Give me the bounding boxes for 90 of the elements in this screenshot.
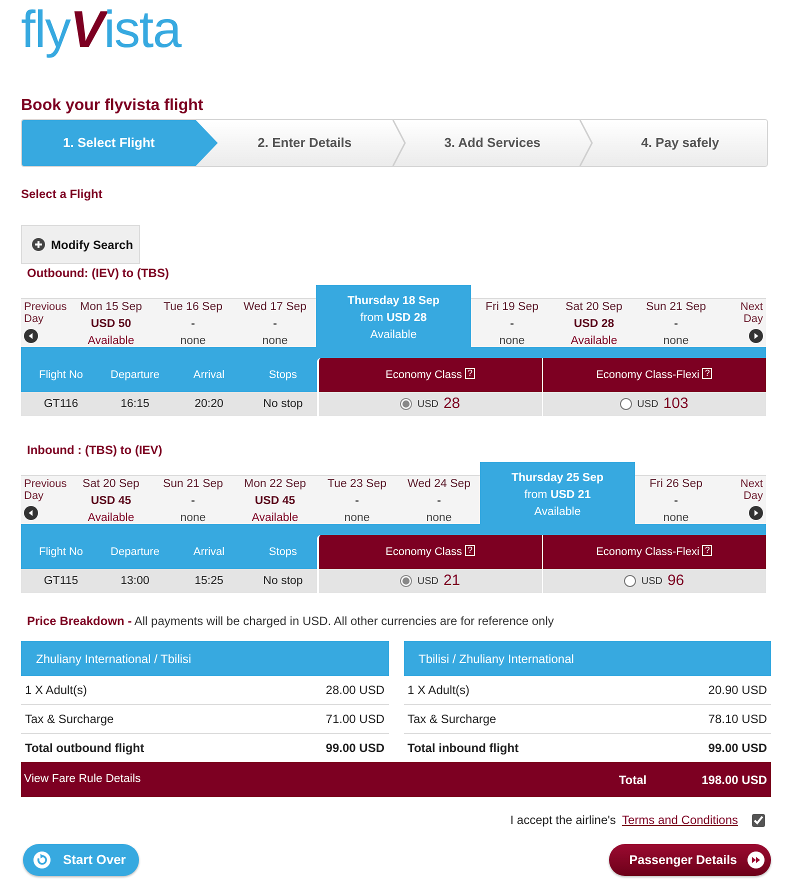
- leg-total-label: Total inbound flight: [408, 740, 519, 757]
- previous-day-button[interactable]: Previous Day: [21, 475, 70, 524]
- fare-price: 96: [667, 570, 684, 591]
- column-header: Stops: [268, 544, 298, 560]
- plus-circle-icon: [32, 238, 45, 251]
- previous-day-button[interactable]: Previous Day: [21, 298, 70, 347]
- route-header: Zhuliany International / Tbilisi: [21, 641, 388, 676]
- fare-radio[interactable]: [620, 398, 632, 410]
- currency-label: USD: [417, 398, 438, 412]
- leg-total-amount: 99.00 USD: [326, 740, 384, 757]
- table-cell-text: No stop: [262, 397, 304, 412]
- currency-label: USD: [641, 574, 662, 588]
- fare-line-amount: 71.00 USD: [326, 711, 384, 728]
- fare-radio[interactable]: [400, 575, 412, 587]
- fare-line-label: Tax & Surcharge: [408, 711, 496, 728]
- fare-class-label: Economy Class-Flexi: [596, 544, 700, 560]
- table-cell-text: GT116: [42, 397, 80, 412]
- table-cell-text: 16:15: [120, 397, 150, 412]
- next-day-button[interactable]: Next Day: [717, 298, 766, 347]
- date-tab[interactable]: Sun 21 Sep - none: [635, 298, 717, 347]
- column-header: Flight No: [38, 544, 84, 560]
- next-day-button[interactable]: Next Day: [717, 475, 766, 524]
- table-cell-text: 13:00: [120, 574, 150, 589]
- date-tab[interactable]: Sat 20 Sep USD 45 Available: [70, 475, 152, 524]
- fare-line-amount: 20.90 USD: [708, 682, 767, 699]
- fast-forward-circle-icon: [747, 851, 765, 869]
- table-cell-text: 15:25: [194, 574, 224, 589]
- step-label: 3. Add Services: [443, 134, 542, 152]
- table-cell-text: 20:20: [194, 397, 224, 412]
- column-header: Arrival: [192, 544, 226, 560]
- fare-radio[interactable]: [400, 398, 412, 410]
- terms-checkbox[interactable]: [752, 814, 765, 826]
- table-cell-text: GT115: [42, 574, 80, 589]
- fare-class-label: Economy Class: [386, 368, 462, 383]
- grand-total-amount: 198.00 USD: [702, 772, 767, 788]
- help-icon[interactable]: ?: [464, 545, 475, 556]
- arrow-right-circle-icon: [749, 506, 763, 520]
- help-icon[interactable]: ?: [464, 368, 475, 379]
- modify-search-button[interactable]: Modify Search: [21, 225, 140, 264]
- route-header: Tbilisi / Zhuliany International: [404, 641, 771, 676]
- fare-class-label: Economy Class-Flexi: [596, 368, 700, 383]
- fare-price: 103: [663, 394, 688, 414]
- fare-line-label: Tax & Surcharge: [25, 711, 114, 728]
- arrow-right-circle-icon: [749, 329, 763, 343]
- column-header: Flight No: [38, 368, 84, 383]
- column-header: Departure: [110, 544, 160, 560]
- date-tab[interactable]: Mon 15 Sep USD 50 Available: [70, 298, 152, 347]
- step-label: 4. Pay safely: [640, 134, 720, 152]
- fare-price: 21: [443, 570, 460, 591]
- currency-label: USD: [637, 398, 658, 412]
- date-tab[interactable]: Tue 23 Sep - none: [316, 475, 398, 524]
- table-cell-text: No stop: [262, 574, 304, 589]
- fare-line-label: 1 X Adult(s): [25, 682, 88, 699]
- step-label: 2. Enter Details: [256, 134, 353, 152]
- date-tab[interactable]: Tue 16 Sep - none: [152, 298, 234, 347]
- arrow-left-circle-icon: [24, 329, 38, 343]
- help-icon[interactable]: ?: [702, 545, 712, 556]
- fare-radio[interactable]: [624, 575, 636, 587]
- fare-line-amount: 78.10 USD: [708, 711, 767, 728]
- grand-total-label: Total: [618, 772, 647, 788]
- date-tab[interactable]: Wed 17 Sep - none: [234, 298, 316, 347]
- fare-price: 28: [443, 394, 460, 414]
- fare-rules-link[interactable]: View Fare Rule Details: [24, 770, 141, 788]
- journey-title: Inbound : (TBS) to (IEV): [27, 443, 162, 457]
- date-tab[interactable]: Fri 19 Sep - none: [471, 298, 553, 347]
- fare-class-label: Economy Class: [386, 544, 462, 560]
- date-tab[interactable]: Sun 21 Sep - none: [152, 475, 234, 524]
- journey-title: Outbound: (IEV) to (TBS): [27, 266, 169, 280]
- logo[interactable]: flyVista: [21, 0, 181, 58]
- terms-text: I accept the airline's: [510, 812, 616, 829]
- column-header: Arrival: [192, 368, 226, 383]
- fare-line-label: 1 X Adult(s): [408, 682, 470, 699]
- fare-line-amount: 28.00 USD: [326, 682, 384, 699]
- column-header: Stops: [268, 368, 298, 383]
- column-header: Departure: [110, 368, 160, 383]
- leg-total-label: Total outbound flight: [25, 740, 144, 757]
- price-breakdown-note: Price Breakdown - All payments will be charged in USD. All other currencies are for reference only: [27, 614, 554, 628]
- arrow-left-circle-icon: [24, 506, 38, 520]
- date-tab[interactable]: Wed 24 Sep - none: [398, 475, 480, 524]
- date-tab[interactable]: Mon 22 Sep USD 45 Available: [234, 475, 316, 524]
- date-tab[interactable]: Sat 20 Sep USD 28 Available: [553, 298, 635, 347]
- date-tab[interactable]: Fri 26 Sep - none: [635, 475, 717, 524]
- currency-label: USD: [417, 574, 438, 588]
- leg-total-amount: 99.00 USD: [708, 740, 767, 757]
- terms-link[interactable]: Terms and Conditions: [622, 811, 738, 829]
- page-title: Book your flyvista flight: [21, 96, 204, 116]
- section-title: Select a Flight: [21, 187, 102, 201]
- refresh-circle-icon: [33, 851, 51, 869]
- help-icon[interactable]: ?: [702, 368, 712, 379]
- passenger-details-button[interactable]: Passenger Details: [609, 844, 771, 876]
